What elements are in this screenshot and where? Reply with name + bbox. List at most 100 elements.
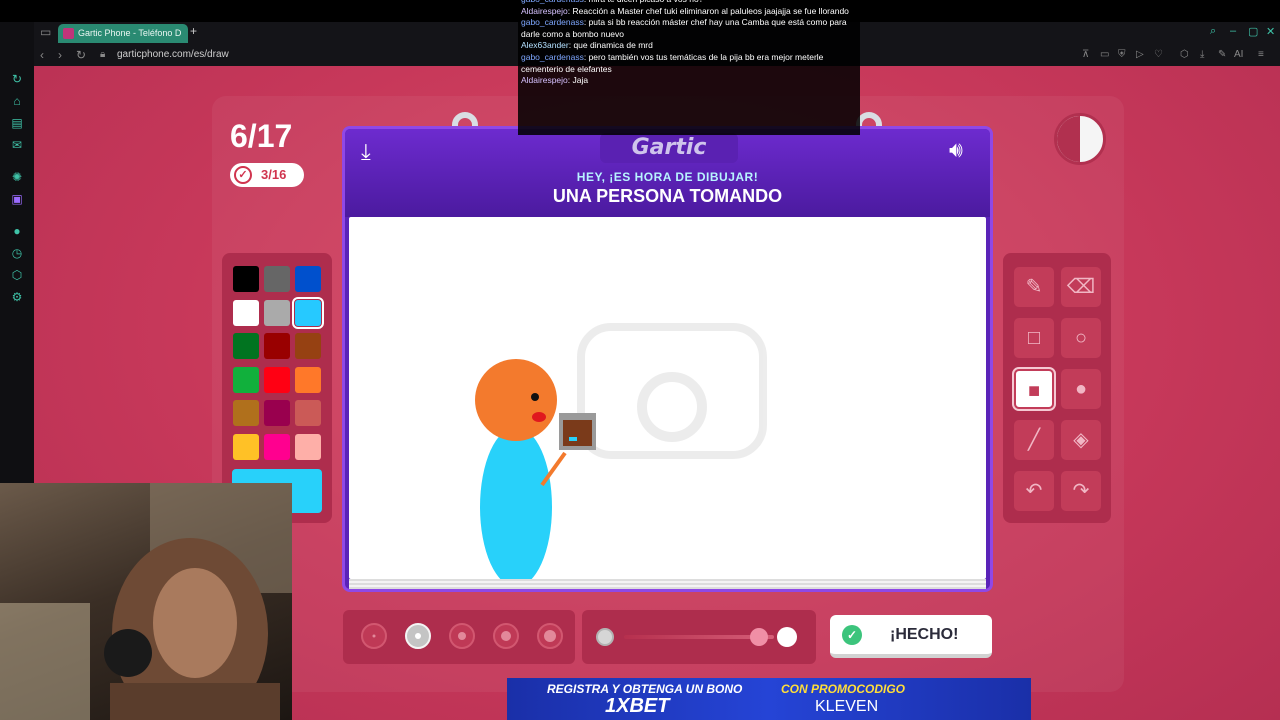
ad-banner[interactable]: REGISTRA Y OBTENGA UN BONO 1XBET CON PRO… (507, 678, 1031, 720)
chat-message: gabo_cardenass: pero también vos tus tem… (521, 52, 857, 75)
microphone (104, 629, 152, 677)
eraser-tool[interactable]: ⌫ (1061, 267, 1101, 307)
brush-size-option[interactable] (405, 623, 431, 649)
color-swatch[interactable] (233, 433, 259, 460)
completed-count: 3/16 (261, 167, 287, 182)
screenshot-icon[interactable]: ▭ (1100, 49, 1109, 60)
chat-username[interactable]: Aldairespejo (521, 75, 568, 85)
ellipse-outline-icon: ○ (1074, 327, 1088, 349)
chat-username[interactable]: gabo_cardenass (521, 52, 584, 62)
history-panel-icon[interactable]: ◷ (10, 246, 24, 260)
redo-tool[interactable]: ↷ (1061, 471, 1101, 511)
search-icon[interactable]: ⌕ (1210, 25, 1216, 38)
settings-gear-icon[interactable]: ⚙ (10, 290, 24, 304)
color-swatch[interactable] (295, 433, 321, 460)
chat-message: gabo_cardenass: puta si bb reacción mást… (521, 17, 857, 40)
spotify-panel-icon[interactable]: ● (10, 224, 24, 238)
color-swatch[interactable] (264, 433, 290, 460)
notes-panel-icon[interactable]: ▤ (10, 116, 24, 130)
menu-icon[interactable]: ≡ (1258, 49, 1264, 60)
undo-tool[interactable]: ↶ (1014, 471, 1054, 511)
color-swatch[interactable] (233, 266, 259, 292)
screen: ◎ ▭ Gartic Phone - Teléfono D + ⌕ – ▢ ✕ … (0, 0, 1280, 720)
person-eye (531, 393, 539, 401)
person-body (480, 427, 552, 579)
extension-icon[interactable]: ⬡ (1180, 49, 1189, 60)
brush-size-option[interactable] (537, 623, 563, 649)
line-tool[interactable]: ╱ (1014, 420, 1054, 460)
color-swatch[interactable] (233, 299, 259, 326)
home-panel-icon[interactable]: ⌂ (10, 94, 24, 108)
fill-bucket-tool[interactable]: ◈ (1061, 420, 1101, 460)
chat-username[interactable]: Alex63ander (521, 40, 569, 50)
draw-prompt: UNA PERSONA TOMANDO (552, 186, 783, 206)
new-tab-icon[interactable]: + (190, 24, 197, 38)
tab-overview-icon[interactable]: ▭ (40, 25, 51, 39)
heart-icon[interactable]: ♡ (1154, 49, 1163, 60)
forward-icon[interactable]: › (58, 48, 62, 62)
ad-headline: REGISTRA Y OBTENGA UN BONO (547, 682, 743, 696)
gartic-phone-watermark (577, 323, 767, 459)
opacity-max-icon (777, 627, 797, 647)
maximize-icon[interactable]: ▢ (1248, 25, 1258, 38)
color-swatch[interactable] (292, 296, 324, 329)
drink-detail (569, 437, 577, 441)
download-manager-icon[interactable]: ⤓ (1200, 49, 1204, 60)
pencil-tool[interactable]: ✎ (1014, 267, 1054, 307)
chat-username[interactable]: Aldairespejo (521, 6, 568, 16)
close-icon[interactable]: ✕ (1266, 25, 1275, 38)
color-swatch[interactable] (264, 299, 290, 326)
color-swatch[interactable] (264, 400, 290, 426)
chat-username[interactable]: gabo_cardenass (521, 0, 584, 4)
url-text[interactable]: garticphone.com/es/draw (117, 49, 229, 60)
download-icon[interactable]: ⤓ (361, 139, 371, 165)
mail-panel-icon[interactable]: ✉ (10, 138, 24, 152)
ai-panel-icon[interactable]: ✺ (10, 170, 24, 184)
opacity-slider-knob[interactable] (750, 628, 768, 646)
ai-icon[interactable]: AI (1234, 49, 1243, 60)
edit-icon[interactable]: ✎ (1218, 49, 1226, 60)
color-swatch[interactable] (295, 366, 321, 393)
chat-username[interactable]: gabo_cardenass (521, 17, 584, 27)
stream-chat: gabo_cardenass: mira te dicen picaso a v… (518, 0, 860, 135)
color-swatch[interactable] (264, 366, 290, 393)
reload-icon[interactable]: ↻ (76, 48, 86, 62)
color-swatch[interactable] (233, 333, 259, 359)
extensions-panel-icon[interactable]: ⬡ (10, 268, 24, 282)
browser-tab-active[interactable]: Gartic Phone - Teléfono D (58, 24, 188, 43)
brush-size-option[interactable] (493, 623, 519, 649)
color-swatch[interactable] (233, 400, 259, 426)
color-swatch[interactable] (264, 266, 290, 292)
shield-icon[interactable]: ⛨ (1118, 49, 1126, 60)
chat-text: : Reacción a Master chef tuki eliminaron… (567, 5, 849, 16)
gartic-favicon-icon (63, 28, 74, 39)
person-head (475, 359, 557, 441)
done-button[interactable]: ✓ ¡HECHO! (830, 615, 992, 658)
ellipse-tool[interactable]: ○ (1061, 318, 1101, 358)
filled-rectangle-tool[interactable]: ■ (1012, 367, 1056, 411)
webcam-figure (0, 483, 292, 720)
refresh-panel-icon[interactable]: ↻ (10, 72, 24, 86)
brush-size-option[interactable] (361, 623, 387, 649)
volume-icon[interactable]: 🔊︎ (949, 137, 963, 163)
color-swatch[interactable] (295, 400, 321, 426)
back-icon[interactable]: ‹ (40, 48, 44, 62)
eraser-icon: ⌫ (1066, 276, 1096, 298)
color-swatch[interactable] (295, 266, 321, 292)
filled-rectangle-icon: ■ (1027, 380, 1041, 402)
drawing-canvas[interactable] (349, 217, 986, 579)
play-icon[interactable]: ▷ (1136, 49, 1144, 60)
filled-ellipse-tool[interactable]: ● (1061, 369, 1101, 409)
ad-promo-code: KLEVEN (815, 698, 879, 715)
twitch-panel-icon[interactable]: ▣ (10, 192, 24, 206)
color-swatch[interactable] (264, 333, 290, 359)
color-swatch[interactable] (295, 333, 321, 359)
pencil-icon: ✎ (1025, 276, 1043, 298)
color-swatch[interactable] (233, 366, 259, 393)
minimize-icon[interactable]: – (1230, 25, 1236, 37)
ad-promo-label: CON PROMOCODIGO (781, 682, 906, 696)
pin-icon[interactable]: ⊼ (1082, 49, 1089, 60)
brush-size-option[interactable] (449, 623, 475, 649)
person-mouth (532, 412, 546, 422)
rectangle-tool[interactable]: □ (1014, 318, 1054, 358)
